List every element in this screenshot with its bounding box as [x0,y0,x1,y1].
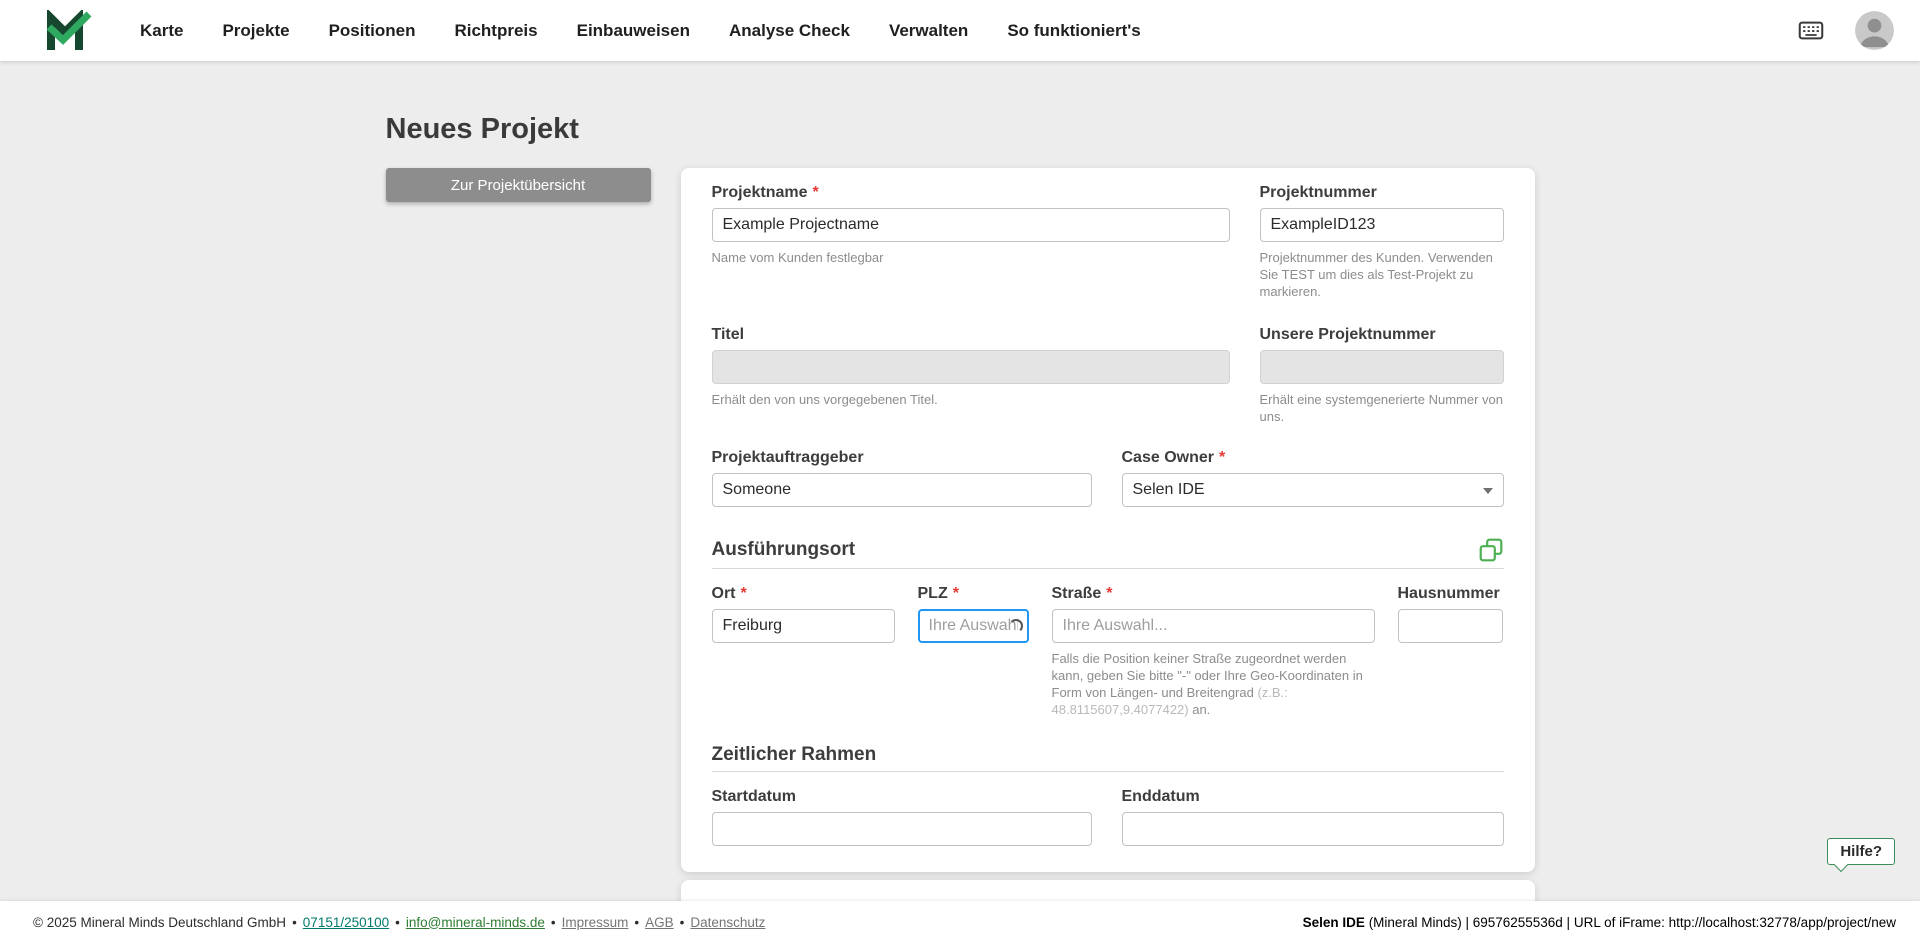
nav-item-so-funktionierts[interactable]: So funktioniert's [1007,21,1140,41]
loading-spinner-icon [1008,619,1023,633]
case-owner-select[interactable]: Selen IDE [1121,473,1504,507]
nav-item-richtpreis[interactable]: Richtpreis [454,21,537,41]
required-asterisk: * [1106,585,1113,602]
hausnummer-field: Hausnummer [1397,585,1503,718]
titel-input [711,350,1230,384]
left-column: Zur Projektübersicht [385,168,651,202]
hausnummer-input[interactable] [1397,609,1503,643]
strasse-hint: Falls die Position keiner Straße zugeord… [1051,651,1363,717]
ort-field: Ort * [711,585,895,718]
separator-dot: • [550,914,556,930]
enddatum-field: Enddatum [1121,788,1504,846]
ausfuehrungsort-title: Ausführungsort [711,539,856,560]
footer-phone-link[interactable]: 07151/250100 [303,915,389,930]
nav-item-analyse-check[interactable]: Analyse Check [729,21,850,41]
titel-label: Titel [711,326,745,343]
required-asterisk: * [1218,449,1226,466]
strasse-label: Straße * [1051,585,1113,602]
nav-item-projekte[interactable]: Projekte [222,21,289,41]
strasse-input[interactable] [1051,609,1375,643]
projektnummer-hint: Projektnummer des Kunden. Verwenden Sie … [1259,250,1493,299]
main-area: Neues Projekt Zur Projektübersicht Proje… [0,61,1920,926]
titel-hint: Erhält den von uns vorgegebenen Titel. [711,392,938,407]
help-button[interactable]: Hilfe? [1827,838,1895,865]
projektauftraggeber-input[interactable] [711,473,1092,507]
required-asterisk: * [740,585,747,602]
plz-field: PLZ * [917,585,1029,718]
ort-label: Ort * [711,585,747,602]
unsere-projektnummer-hint: Erhält eine systemgenerierte Nummer von … [1259,392,1504,424]
footer: © 2025 Mineral Minds Deutschland GmbH • … [0,901,1920,943]
footer-agb-link[interactable]: AGB [645,915,674,930]
unsere-projektnummer-label: Unsere Projektnummer [1259,326,1436,343]
back-to-projects-button[interactable]: Zur Projektübersicht [385,168,651,202]
copyright-text: © 2025 Mineral Minds Deutschland GmbH [33,914,287,930]
footer-impressum-link[interactable]: Impressum [562,915,629,930]
projektauftraggeber-label: Projektauftraggeber [711,449,864,466]
chevron-down-icon [1482,488,1493,494]
projektname-field: Projektname* Name vom Kunden festlegbar [711,184,1230,300]
case-owner-label: Case Owner * [1121,449,1226,466]
startdatum-field: Startdatum [711,788,1092,846]
user-avatar-icon[interactable] [1855,11,1894,50]
projektnummer-input[interactable] [1259,208,1504,242]
startdatum-label: Startdatum [711,788,796,805]
projektname-label: Projektname * [711,184,819,201]
footer-user-name: Selen IDE [1302,914,1365,930]
footer-session-detail: (Mineral Minds) | 69576255536d | URL of … [1364,914,1896,930]
ausfuehrungsort-section-header: Ausführungsort [711,537,1504,569]
unsere-projektnummer-input [1259,350,1504,384]
enddatum-label: Enddatum [1121,788,1200,805]
footer-left: © 2025 Mineral Minds Deutschland GmbH • … [33,915,765,930]
projektname-input[interactable] [711,208,1230,242]
enddatum-input[interactable] [1121,812,1504,846]
required-asterisk: * [952,585,959,602]
projektnummer-label: Projektnummer [1259,184,1377,201]
plz-label: PLZ * [917,585,959,602]
zeitlicher-rahmen-title: Zeitlicher Rahmen [711,744,877,765]
unsere-projektnummer-field: Unsere Projektnummer Erhält eine systemg… [1259,326,1504,425]
app-screen: Karte Projekte Positionen Richtpreis Ein… [0,0,1920,943]
separator-dot: • [395,914,400,930]
keyboard-icon[interactable] [1794,17,1828,44]
case-owner-field: Case Owner * Selen IDE [1121,449,1504,507]
nav-item-positionen[interactable]: Positionen [329,21,416,41]
footer-session-info: Selen IDE (Mineral Minds) | 69576255536d… [1303,915,1896,930]
footer-email-link[interactable]: info@mineral-minds.de [406,915,545,930]
project-form-card: Projektname* Name vom Kunden festlegbar … [680,168,1535,872]
footer-datenschutz-link[interactable]: Datenschutz [690,915,765,930]
nav-links: Karte Projekte Positionen Richtpreis Ein… [140,21,1141,41]
copy-icon[interactable] [1478,537,1504,563]
projektnummer-field: Projektnummer Projektnummer des Kunden. … [1259,184,1504,300]
separator-dot: • [679,914,685,930]
hausnummer-label: Hausnummer [1397,585,1500,602]
projektname-hint: Name vom Kunden festlegbar [711,250,884,265]
top-navbar: Karte Projekte Positionen Richtpreis Ein… [0,0,1920,61]
nav-item-verwalten[interactable]: Verwalten [889,21,968,41]
nav-item-karte[interactable]: Karte [140,21,183,41]
ort-input[interactable] [711,609,895,643]
separator-dot: • [634,914,640,930]
strasse-field: Straße* Falls die Position keiner Straße… [1051,585,1375,718]
zeitlicher-rahmen-section-header: Zeitlicher Rahmen [711,744,1504,772]
mineral-minds-logo-icon[interactable] [46,9,92,52]
projektauftraggeber-field: Projektauftraggeber [711,449,1092,507]
content-container: Neues Projekt Zur Projektübersicht Proje… [385,61,1535,926]
separator-dot: • [292,914,297,930]
nav-item-einbauweisen[interactable]: Einbauweisen [577,21,690,41]
startdatum-input[interactable] [711,812,1092,846]
page-title: Neues Projekt [385,113,579,145]
required-asterisk: * [812,184,819,201]
case-owner-value: Selen IDE [1132,481,1205,498]
navbar-right [1794,11,1894,50]
titel-field: Titel Erhält den von uns vorgegebenen Ti… [711,326,1230,425]
